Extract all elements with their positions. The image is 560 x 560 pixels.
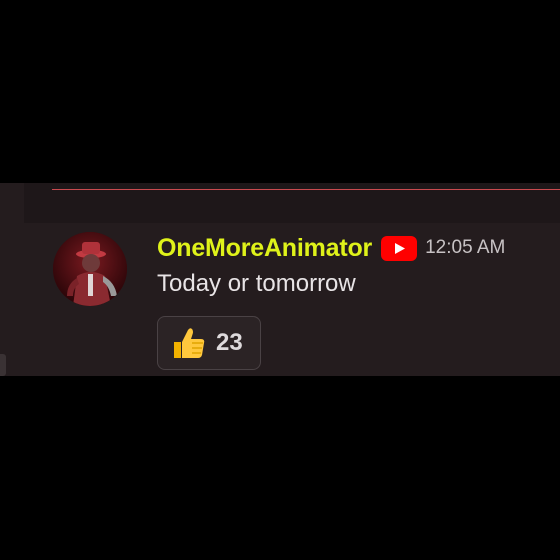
screen: OneMoreAnimator 12:05 AM Today or tomorr…: [0, 0, 560, 560]
avatar[interactable]: [53, 232, 127, 306]
message-text: Today or tomorrow: [157, 270, 356, 297]
thumbs-up-icon: [170, 324, 208, 362]
chat-message: OneMoreAnimator 12:05 AM Today or tomorr…: [0, 230, 560, 376]
author-name[interactable]: OneMoreAnimator: [157, 234, 372, 263]
youtube-icon: [381, 235, 418, 261]
timestamp: 12:05 AM: [425, 237, 506, 258]
reaction-count: 23: [216, 329, 243, 356]
chat-panel: OneMoreAnimator 12:05 AM Today or tomorr…: [0, 183, 560, 376]
new-messages-divider: [52, 189, 560, 190]
reaction-button[interactable]: 23: [157, 316, 261, 370]
message-header: OneMoreAnimator 12:05 AM: [157, 232, 505, 264]
